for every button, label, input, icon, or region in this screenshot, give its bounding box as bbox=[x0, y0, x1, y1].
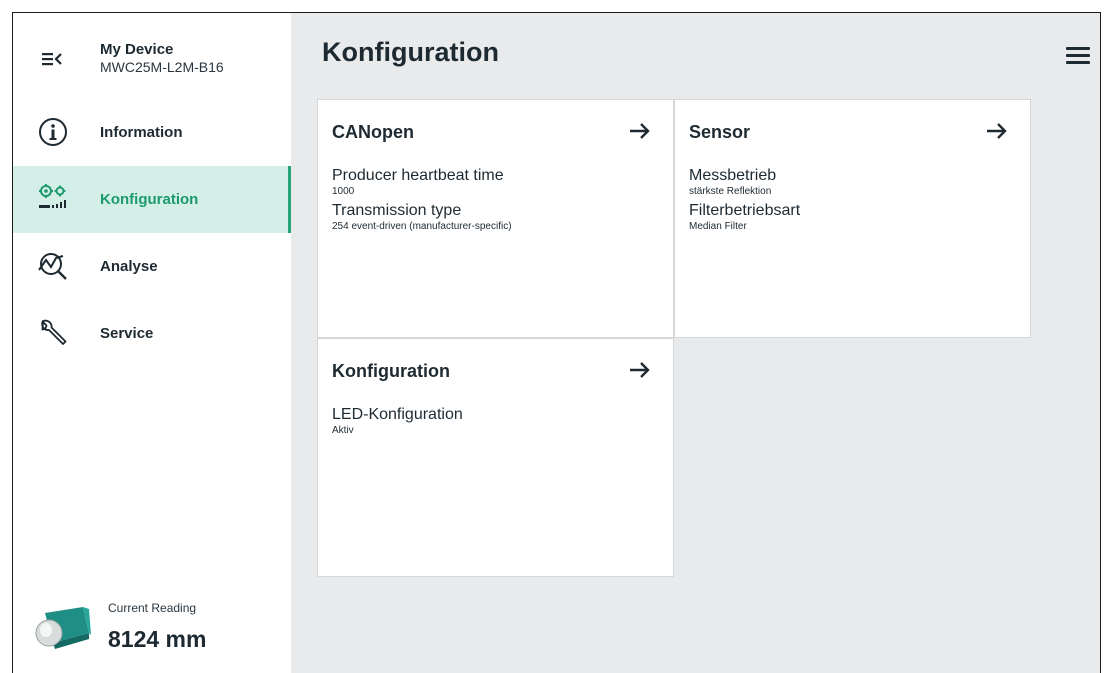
current-reading-value: 8124 mm bbox=[108, 626, 207, 652]
param-value: Aktiv bbox=[332, 425, 354, 436]
param-name: Producer heartbeat time bbox=[332, 167, 504, 184]
device-name: My Device bbox=[100, 41, 174, 58]
param-name: Filterbetriebsart bbox=[689, 202, 801, 219]
sidebar-nav: Information Konfiguration Analyse Servic… bbox=[13, 99, 291, 367]
page-title: Konfiguration bbox=[322, 37, 499, 67]
sidebar-item-label: Analyse bbox=[100, 258, 158, 275]
wrench-icon bbox=[41, 319, 67, 345]
sensor-device-image bbox=[35, 607, 91, 649]
sidebar-item-label: Information bbox=[100, 124, 183, 141]
sidebar-item-information[interactable]: Information bbox=[13, 99, 291, 166]
sidebar-item-service[interactable]: Service bbox=[13, 300, 291, 367]
card-title: Sensor bbox=[689, 122, 751, 142]
sidebar: My Device MWC25M-L2M-B16 Information Kon… bbox=[13, 13, 291, 673]
card-body: LED-Konfiguration Aktiv bbox=[332, 406, 659, 441]
card-canopen[interactable]: CANopen Producer heartbeat time 1000 Tra… bbox=[317, 99, 674, 338]
sidebar-item-label: Service bbox=[100, 325, 154, 342]
analysis-icon bbox=[38, 253, 67, 280]
card-title: Konfiguration bbox=[332, 361, 450, 381]
param-name: Transmission type bbox=[332, 202, 462, 219]
card-title: CANopen bbox=[332, 122, 414, 142]
device-model: MWC25M-L2M-B16 bbox=[100, 59, 224, 75]
info-icon bbox=[39, 118, 67, 146]
arrow-right-icon[interactable] bbox=[629, 122, 651, 140]
param-name: LED-Konfiguration bbox=[332, 406, 463, 423]
sidebar-item-analyse[interactable]: Analyse bbox=[13, 233, 291, 300]
app-frame: My Device MWC25M-L2M-B16 Information Kon… bbox=[12, 12, 1101, 673]
collapse-menu-icon[interactable] bbox=[41, 49, 63, 69]
card-body: Messbetrieb stärkste Reflektion Filterbe… bbox=[689, 167, 1016, 237]
main-content: Konfiguration CANopen Producer heartbeat… bbox=[291, 13, 1100, 673]
param-value: stärkste Reflektion bbox=[689, 186, 772, 197]
sidebar-item-label: Konfiguration bbox=[100, 191, 199, 208]
param-name: Messbetrieb bbox=[689, 167, 777, 184]
card-sensor[interactable]: Sensor Messbetrieb stärkste Reflektion F… bbox=[674, 99, 1031, 338]
card-konfiguration[interactable]: Konfiguration LED-Konfiguration Aktiv bbox=[317, 338, 674, 577]
param-value: 254 event-driven (manufacturer-specific) bbox=[332, 221, 512, 232]
card-body: Producer heartbeat time 1000 Transmissio… bbox=[332, 167, 659, 237]
current-reading-panel: Current Reading 8124 mm bbox=[13, 583, 291, 673]
device-header: My Device MWC25M-L2M-B16 bbox=[13, 13, 291, 103]
param-value: 1000 bbox=[332, 186, 355, 197]
param-value: Median Filter bbox=[689, 221, 747, 232]
hamburger-menu-icon[interactable] bbox=[1066, 47, 1090, 65]
sidebar-item-konfiguration[interactable]: Konfiguration bbox=[13, 166, 291, 233]
configuration-icon bbox=[39, 184, 66, 208]
current-reading-label: Current Reading bbox=[108, 601, 197, 615]
arrow-right-icon[interactable] bbox=[986, 122, 1008, 140]
arrow-right-icon[interactable] bbox=[629, 361, 651, 379]
